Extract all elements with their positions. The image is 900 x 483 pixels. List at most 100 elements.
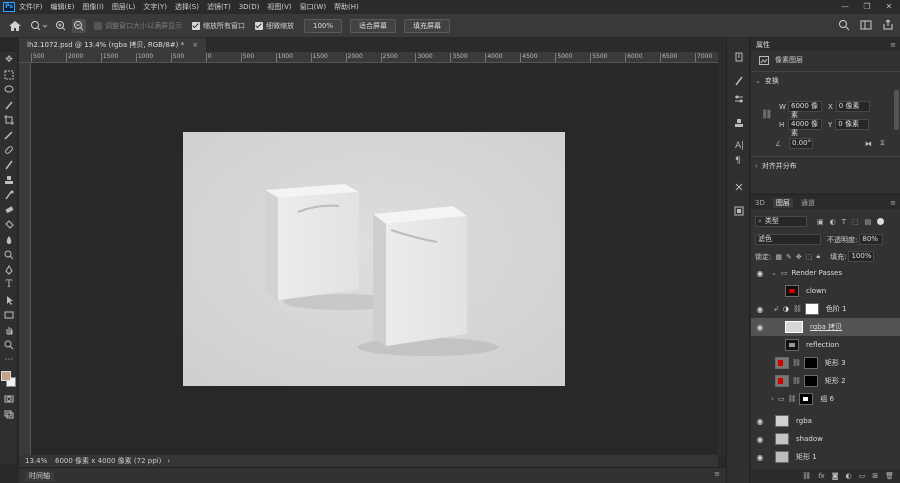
layer-row[interactable]: ◉ rgba: [751, 412, 900, 430]
y-input[interactable]: 0 像素: [835, 119, 870, 130]
layer-row[interactable]: reflection: [751, 336, 900, 354]
new-group-icon[interactable]: ▭: [859, 472, 866, 480]
document-tab[interactable]: lh2.1072.psd @ 13.4% (rgba 拷贝, RGB/8#) *…: [19, 38, 207, 52]
filter-smart-icon[interactable]: ▤: [865, 218, 872, 226]
menu-file[interactable]: 文件(F): [19, 2, 43, 12]
eye-icon[interactable]: ◉: [755, 453, 765, 462]
fx-icon[interactable]: fx: [818, 472, 825, 480]
canvas-area[interactable]: [31, 63, 718, 455]
zoom-all-checkbox[interactable]: [192, 21, 200, 30]
close-tab-icon[interactable]: ×: [192, 41, 198, 49]
character-panel-icon[interactable]: A|: [735, 141, 744, 151]
lock-pixels-icon[interactable]: ✎: [786, 253, 792, 261]
filter-toggle-icon[interactable]: [877, 218, 885, 225]
search-icon[interactable]: [838, 19, 850, 31]
tab-channels[interactable]: 通道: [801, 198, 815, 208]
quick-mask-icon[interactable]: [0, 391, 18, 406]
zoom-tool-side-icon[interactable]: [0, 337, 18, 352]
height-input[interactable]: 4000 像素: [788, 119, 822, 137]
more-tools-icon[interactable]: ⋯: [0, 352, 18, 367]
eyedropper-icon[interactable]: [0, 127, 18, 142]
menu-3d[interactable]: 3D(D): [239, 3, 260, 11]
timeline-menu-icon[interactable]: ≡: [714, 470, 720, 478]
menu-window[interactable]: 窗口(W): [300, 2, 326, 12]
eye-icon[interactable]: ◉: [755, 417, 765, 426]
zoom-all-option[interactable]: 缩放所有窗口: [192, 21, 245, 31]
menu-filter[interactable]: 滤镜(T): [207, 2, 231, 12]
paint-bucket-icon[interactable]: [0, 217, 18, 232]
lock-position-icon[interactable]: ✥: [796, 253, 802, 261]
chevron-right-icon[interactable]: ›: [771, 395, 774, 403]
healing-brush-icon[interactable]: [0, 142, 18, 157]
filter-shape-icon[interactable]: ⬚: [852, 218, 859, 226]
add-mask-icon[interactable]: ◙: [832, 472, 839, 480]
restore-button[interactable]: ❐: [856, 0, 878, 14]
brush-settings-icon[interactable]: [734, 76, 744, 88]
menu-help[interactable]: 帮助(H): [334, 2, 359, 12]
layer-row[interactable]: ◉ 矩形 1: [751, 448, 900, 466]
eye-icon[interactable]: ◉: [755, 435, 765, 444]
tool-presets-icon[interactable]: [734, 182, 744, 194]
fill-screen-button[interactable]: 填充屏幕: [404, 18, 451, 33]
new-layer-icon[interactable]: ⊞: [872, 472, 878, 480]
angle-input[interactable]: 0.00°: [789, 138, 813, 149]
delete-layer-icon[interactable]: 🗑︎: [885, 472, 894, 480]
lasso-tool-icon[interactable]: [0, 82, 18, 97]
resize-windows-option[interactable]: 调整窗口大小以满屏显示: [94, 21, 182, 31]
chevron-down-icon[interactable]: ⌄: [771, 269, 777, 277]
move-tool-icon[interactable]: ✥: [0, 52, 18, 67]
zoom-tool-icon[interactable]: [30, 20, 48, 32]
menu-view[interactable]: 视图(V): [267, 2, 291, 12]
layer-row[interactable]: ◉ shadow: [751, 430, 900, 448]
flip-horizontal-icon[interactable]: ⧓: [865, 140, 872, 148]
zoom-100-button[interactable]: 100%: [304, 18, 343, 33]
width-input[interactable]: 6000 像素: [788, 101, 822, 119]
menu-image[interactable]: 图像(I): [82, 2, 104, 12]
canvas-vertical-scrollbar[interactable]: [718, 52, 726, 455]
minimize-button[interactable]: —: [834, 0, 856, 14]
layer-row[interactable]: ⛓ 矩形 2: [751, 372, 900, 390]
link-layers-icon[interactable]: ⛓: [802, 472, 811, 480]
filter-adjustment-icon[interactable]: ◐: [830, 218, 836, 226]
blur-tool-icon[interactable]: [0, 232, 18, 247]
eraser-icon[interactable]: [0, 202, 18, 217]
libraries-icon[interactable]: [734, 206, 744, 218]
menu-layer[interactable]: 图层(L): [112, 2, 135, 12]
zoom-out-icon[interactable]: [72, 18, 86, 33]
brush-tool-icon[interactable]: [0, 157, 18, 172]
link-dimensions-icon[interactable]: ⛓: [761, 110, 772, 120]
lock-artboard-icon[interactable]: ⬚: [806, 253, 813, 261]
menu-type[interactable]: 文字(Y): [143, 2, 167, 12]
fit-screen-button[interactable]: 适合屏幕: [350, 18, 397, 33]
scrubby-zoom-checkbox[interactable]: [255, 21, 263, 30]
path-select-icon[interactable]: [0, 292, 18, 307]
pen-tool-icon[interactable]: [0, 262, 18, 277]
eye-icon[interactable]: ◉: [755, 323, 765, 332]
blend-mode-select[interactable]: 滤色: [755, 234, 821, 245]
new-adjustment-icon[interactable]: ◐: [846, 472, 852, 480]
flip-vertical-icon[interactable]: ⧖: [880, 139, 885, 148]
filter-type-icon[interactable]: T: [842, 218, 846, 226]
lock-all-icon[interactable]: 🔒︎: [816, 252, 820, 261]
layer-row[interactable]: › ▭ ⛓ 组 6: [751, 390, 900, 408]
quick-select-icon[interactable]: [0, 97, 18, 112]
lock-transparency-icon[interactable]: ▦: [775, 253, 782, 261]
rectangle-tool-icon[interactable]: [0, 307, 18, 322]
eye-icon[interactable]: ◉: [755, 305, 765, 314]
zoom-level[interactable]: 13.4%: [25, 457, 51, 465]
tab-3d[interactable]: 3D: [755, 199, 765, 207]
dodge-tool-icon[interactable]: [0, 247, 18, 262]
status-arrow-icon[interactable]: ›: [167, 457, 170, 465]
menu-edit[interactable]: 编辑(E): [51, 2, 75, 12]
history-brush-icon[interactable]: [0, 187, 18, 202]
layer-row[interactable]: ◉ ↲ ◑ ⛓ 色阶 1: [751, 300, 900, 318]
marquee-tool-icon[interactable]: [0, 67, 18, 82]
hand-tool-icon[interactable]: [0, 322, 18, 337]
adjustments-icon[interactable]: [734, 94, 744, 106]
fill-input[interactable]: 100%: [848, 251, 875, 262]
history-panel-icon[interactable]: [734, 52, 744, 64]
document-canvas[interactable]: [183, 132, 565, 386]
share-icon[interactable]: [882, 19, 894, 31]
filter-pixel-icon[interactable]: ▣: [817, 218, 824, 226]
clone-source-icon[interactable]: [734, 118, 744, 130]
